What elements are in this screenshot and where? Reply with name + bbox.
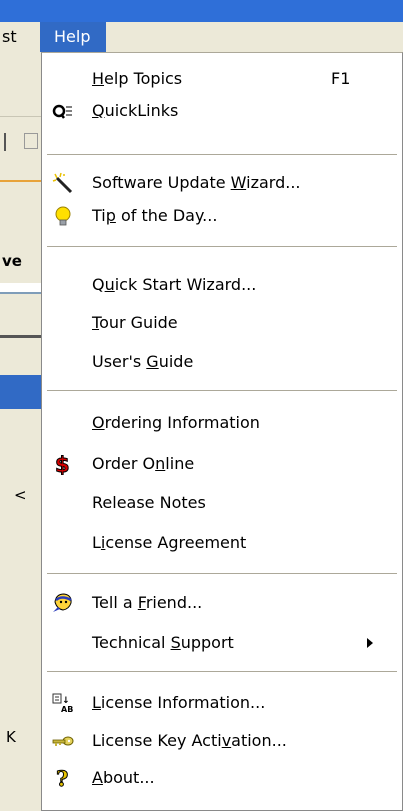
background-text-ve: ve [2, 252, 22, 270]
quicklinks-icon [52, 100, 74, 122]
menu-separator [47, 246, 397, 248]
background-toolbar [0, 64, 41, 117]
background-text-lt: < [14, 486, 27, 504]
background-toolbar-icons [0, 127, 41, 157]
submenu-arrow-icon [367, 638, 373, 648]
friend-face-icon [52, 592, 74, 614]
menu-item-tell-a-friend[interactable]: Tell a Friend... [42, 587, 402, 619]
background-row [0, 452, 41, 488]
background-window: ve < K [0, 52, 41, 811]
background-field [0, 283, 41, 294]
menu-item-users-guide[interactable]: User's Guide [42, 346, 402, 378]
menubar-item-prev[interactable]: st [0, 22, 42, 52]
lightbulb-icon [52, 205, 74, 227]
menu-separator [47, 154, 397, 156]
menu-separator [47, 573, 397, 575]
svg-text:?: ? [56, 767, 68, 789]
menu-separator [47, 671, 397, 673]
menu-item-quick-start-wizard[interactable]: Quick Start Wizard... [42, 269, 402, 301]
menu-bar: st Help [0, 22, 403, 52]
dollar-icon: $ [52, 453, 74, 478]
help-question-icon: ? [52, 766, 74, 792]
background-accent-line [0, 180, 41, 182]
menu-item-order-online[interactable]: $ Order Online [42, 448, 402, 480]
key-icon [52, 730, 74, 752]
menu-item-technical-support[interactable]: Technical Support [42, 627, 402, 659]
svg-text:AB: AB [61, 705, 73, 714]
background-row [0, 623, 41, 659]
menu-item-license-agreement[interactable]: License Agreement [42, 527, 402, 559]
menu-item-quicklinks[interactable]: QuickLinks [42, 95, 402, 127]
menu-item-release-notes[interactable]: Release Notes [42, 487, 402, 519]
menu-item-license-key-activation[interactable]: License Key Activation... [42, 725, 402, 757]
background-selected-row [0, 375, 41, 409]
license-info-icon: ↓ AB [52, 692, 74, 714]
menu-separator [47, 390, 397, 392]
menu-item-tip-of-the-day[interactable]: Tip of the Day... [42, 200, 402, 232]
menu-item-help-topics[interactable]: Help Topics F1 [42, 63, 402, 95]
background-text-k: K [6, 728, 16, 746]
magic-wand-icon [52, 172, 74, 194]
svg-text:$: $ [55, 453, 70, 475]
shortcut-label: F1 [331, 69, 351, 88]
menubar-item-help[interactable]: Help [40, 22, 106, 52]
menu-item-software-update-wizard[interactable]: Software Update Wizard... [42, 167, 402, 199]
menu-item-tour-guide[interactable]: Tour Guide [42, 307, 402, 339]
window-title-strip [0, 0, 403, 22]
menu-item-about[interactable]: ? About... [42, 762, 402, 794]
menu-item-license-information[interactable]: ↓ AB License Information... [42, 687, 402, 719]
help-menu: Help Topics F1 QuickLinks Software Updat… [41, 52, 403, 811]
background-divider [0, 335, 41, 338]
menu-item-ordering-information[interactable]: Ordering Information [42, 407, 402, 439]
